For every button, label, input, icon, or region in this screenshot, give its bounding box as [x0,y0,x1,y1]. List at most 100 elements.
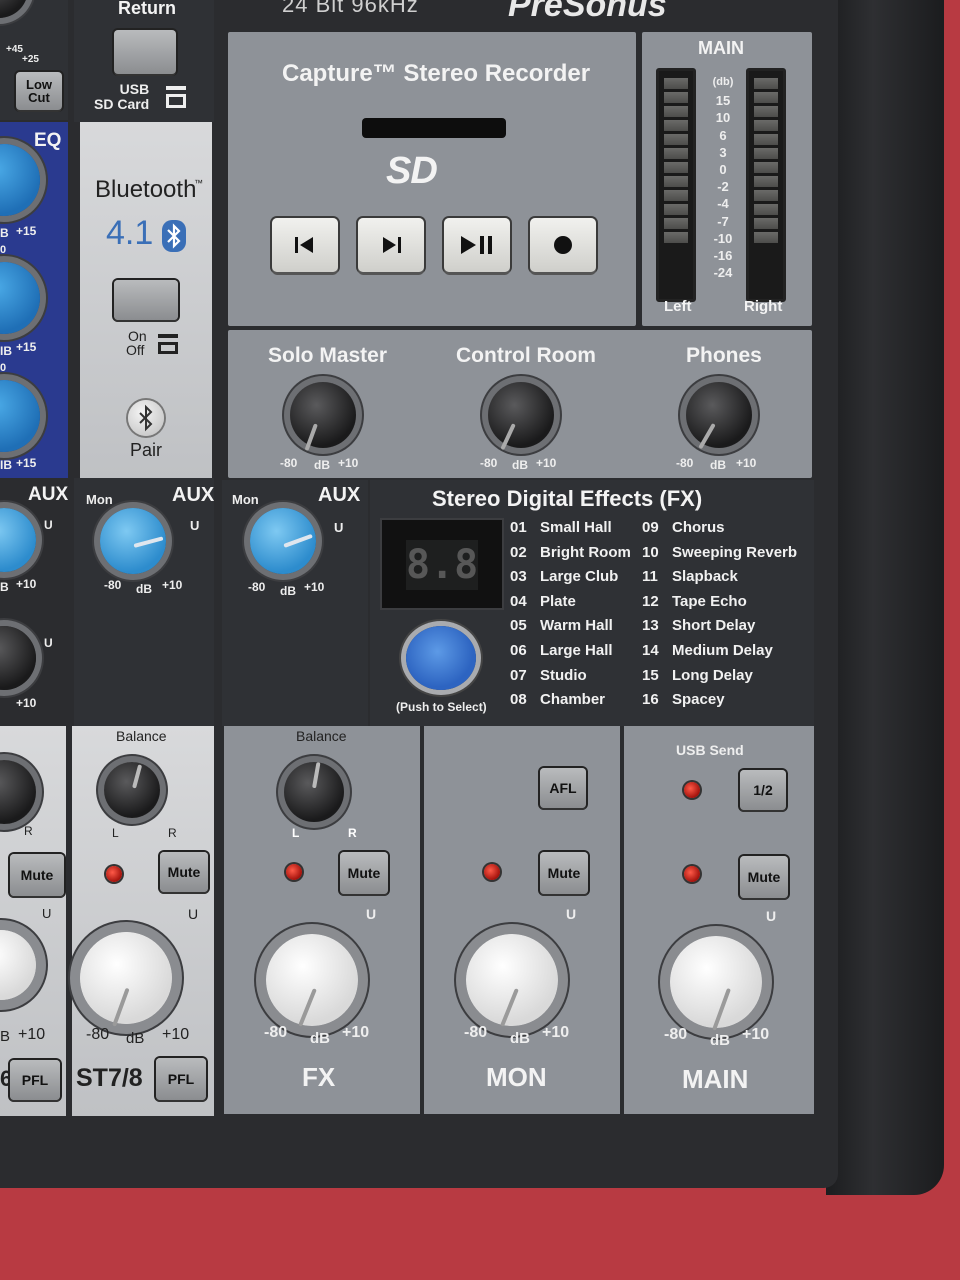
bt-off-label: Off [126,342,145,358]
fx-bus-name: FX [302,1062,336,1092]
effect-item: 15 Long Delay [642,664,797,689]
bluetooth-version: 4.1 [106,214,154,252]
phones-knob[interactable] [686,382,752,448]
mon-mute-button[interactable]: Mute [540,852,588,894]
pair-button[interactable] [128,400,164,436]
record-button[interactable] [530,218,596,272]
fx-mute-button[interactable]: Mute [340,852,388,894]
st78-mon-label: Mon [86,492,113,507]
st78-vol-max: +10 [162,1026,190,1043]
fx-volume-knob[interactable] [266,934,358,1026]
st78-aux-min: -80 [104,578,122,592]
bluetooth-power-button[interactable] [114,280,178,320]
effect-number: 05 [510,617,527,635]
st78-mute-led [106,866,122,882]
phones-db: dB [710,458,726,472]
mon-bus-name: MON [486,1062,547,1092]
effects-list-right: 09 Chorus 10 Sweeping Reverb 11 Slapback 12 Tap… [642,516,797,713]
eq-mid-db: IB [0,344,12,358]
switch-down-icon [166,94,186,108]
control-room-db: dB [512,458,528,472]
st78-balance-knob[interactable] [104,762,160,818]
meter-scale-label: -2 [717,179,729,195]
mute-button-left[interactable]: Mute [10,854,64,896]
effect-name: Studio [540,666,587,684]
eq-high-plus15: +15 [16,224,37,238]
aux-left-db1: B [0,580,9,594]
fx-fader-u: U [366,906,377,922]
fx-select-button[interactable] [406,626,476,690]
solo-master-knob[interactable] [290,382,356,448]
aux-left-u2: U [44,636,53,650]
meter-segment [664,232,688,243]
fx-aux-knob[interactable] [250,508,316,574]
meter-segment [664,176,688,187]
meter-scale-label: -4 [717,196,729,212]
skip-back-button[interactable] [272,218,338,272]
skip-forward-icon [383,237,401,253]
st78-balance-label: Balance [116,728,167,744]
switch-up-icon [166,86,186,90]
return-label: Return [118,0,176,18]
effect-number: 12 [642,592,659,610]
fx-aux-label: AUX [318,484,361,506]
eq-mid-zero: 0 [0,244,7,256]
play-pause-button[interactable] [444,218,510,272]
effects-title: Stereo Digital Effects (FX) [432,486,703,511]
meter-scale-label: 15 [715,93,731,109]
vol-left-plus10: +10 [18,1026,46,1043]
mon-vol-max: +10 [542,1024,570,1041]
pan-left-r: R [24,824,33,838]
skip-back-icon [295,237,313,253]
meter-segment [664,148,688,159]
effect-item: 12 Tape Echo [642,590,797,615]
skip-forward-button[interactable] [358,218,424,272]
effects-display: 8.8 [380,518,504,610]
fx-balance-r: R [348,826,357,840]
fx-aux-mon-label: Mon [232,492,259,507]
effect-number: 13 [642,617,659,635]
effect-item: 09 Chorus [642,516,797,541]
effect-item: 16 Spacey [642,688,797,713]
effect-number: 06 [510,641,527,659]
meter-segment [754,134,778,145]
effect-name: Large Hall [540,641,613,659]
effect-name: Spacey [672,691,725,709]
control-room-max: +10 [536,456,557,470]
effect-name: Large Club [540,568,619,586]
meter-segment [754,106,778,117]
effect-item: 10 Sweeping Reverb [642,541,797,566]
effect-number: 08 [510,691,527,709]
effect-item: 13 Short Delay [642,614,797,639]
meter-left-label: Left [664,298,692,315]
pfl-button-left[interactable]: PFL [10,1060,60,1100]
sd-card-slot[interactable] [362,118,506,138]
fader-left-u: U [42,906,52,921]
effect-number: 02 [510,543,527,561]
afl-button[interactable]: AFL [540,768,586,808]
meter-segment [754,120,778,131]
return-usb-sd-button[interactable] [114,30,176,74]
effect-name: Slapback [672,568,738,586]
st78-mute-button[interactable]: Mute [160,852,208,892]
control-room-knob[interactable] [488,382,554,448]
main-vol-max: +10 [742,1026,770,1043]
effect-name: Sweeping Reverb [672,543,798,561]
st78-pfl-button[interactable]: PFL [156,1058,206,1100]
main-mute-button[interactable]: Mute [740,856,788,898]
effect-item: 08 Chamber [510,688,631,713]
effect-name: Tape Echo [672,592,747,610]
meter-scale-label: 3 [719,144,727,160]
mon-bus-section [424,726,620,1114]
fx-mute-led [286,864,302,880]
mon-volume-knob[interactable] [466,934,558,1026]
effect-name: Medium Delay [672,641,773,659]
meter-segment [754,190,778,201]
effect-item: 03 Large Club [510,565,631,590]
st78-volume-knob[interactable] [80,932,172,1024]
low-cut-button[interactable]: Low Cut [16,72,62,110]
usb-send-half-button[interactable]: 1/2 [740,770,786,810]
effect-name: Chorus [672,519,725,536]
spec-text: 24 Bit 96kHz [282,0,419,17]
main-volume-knob[interactable] [670,936,762,1028]
